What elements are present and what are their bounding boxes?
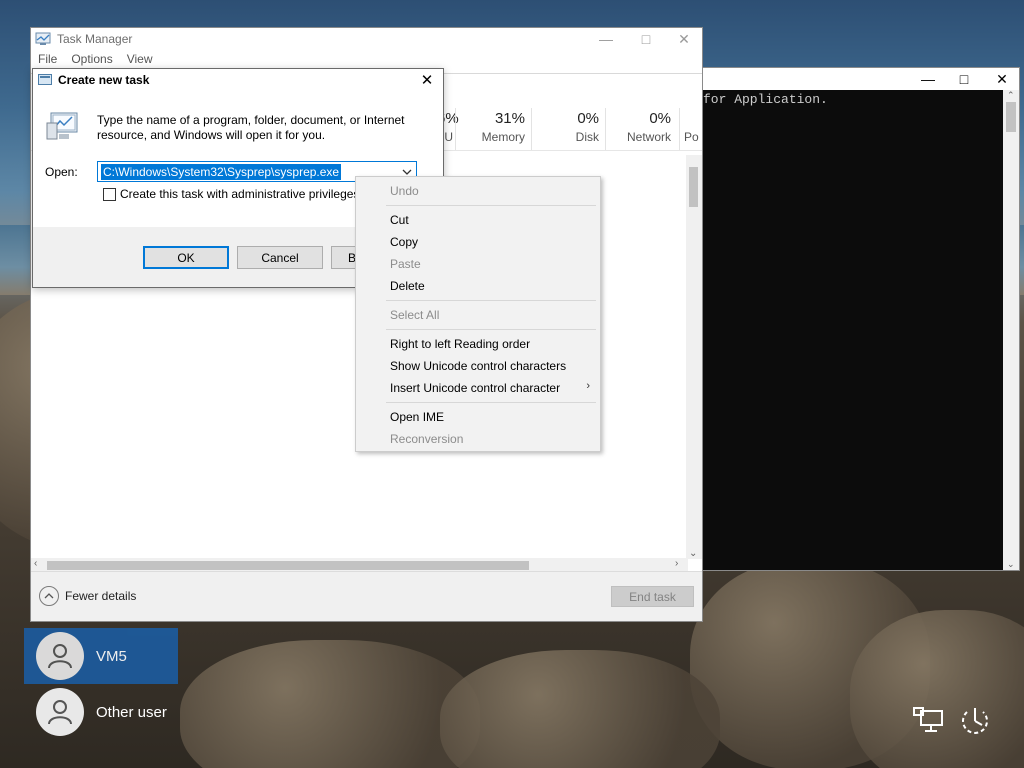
column-label: Disk [575, 130, 599, 144]
network-icon[interactable] [912, 706, 944, 737]
minimize-icon[interactable]: — [587, 28, 625, 50]
console-titlebar[interactable]: — □ ✕ [703, 68, 1019, 90]
column-percent: 31% [494, 110, 525, 127]
fewer-details-button[interactable]: Fewer details [39, 586, 136, 606]
menu-item-cut[interactable]: Cut [390, 213, 409, 227]
scroll-down-icon[interactable]: ⌄ [1007, 559, 1015, 570]
close-icon[interactable]: ✕ [665, 28, 703, 50]
fewer-details-label: Fewer details [65, 589, 137, 603]
open-label: Open: [45, 165, 78, 179]
ease-of-access-icon[interactable] [958, 706, 992, 741]
menu-item-paste[interactable]: Paste [390, 257, 421, 271]
menu-item-copy[interactable]: Copy [390, 235, 418, 249]
maximize-icon[interactable]: □ [627, 28, 665, 50]
column-divider [605, 108, 606, 150]
chevron-up-icon [39, 586, 59, 606]
admin-privileges-label: Create this task with administrative pri… [120, 187, 360, 201]
column-disk[interactable]: 0% Disk [537, 110, 599, 144]
ok-button[interactable]: OK [143, 246, 229, 269]
maximize-icon[interactable]: □ [945, 68, 983, 90]
user-name: Other user [96, 703, 167, 721]
column-memory[interactable]: 31% Memory [461, 110, 525, 144]
dialog-description: Type the name of a program, folder, docu… [97, 113, 405, 142]
menu-options[interactable]: Options [64, 50, 119, 68]
console-window[interactable]: — □ ✕ for Application. ⌃ ⌄ [702, 67, 1020, 571]
user-avatar-icon [36, 688, 84, 736]
menu-item-delete[interactable]: Delete [390, 279, 425, 293]
scroll-thumb[interactable] [689, 167, 698, 207]
scroll-up-icon[interactable]: ⌃ [1007, 90, 1015, 101]
task-manager-app-icon [35, 32, 51, 45]
column-network[interactable]: 0% Network [611, 110, 671, 144]
menu-separator [386, 300, 596, 301]
column-percent: 0% [577, 110, 599, 127]
user-tile-vm5[interactable]: VM5 [24, 628, 178, 684]
admin-privileges-checkbox-row[interactable]: Create this task with administrative pri… [103, 187, 359, 201]
column-label: Po [684, 130, 699, 144]
chevron-right-icon: › [586, 380, 590, 392]
scroll-thumb[interactable] [47, 561, 529, 570]
process-list-scrollbar[interactable]: ⌄ [686, 155, 702, 559]
close-icon[interactable]: ✕ [413, 69, 441, 91]
background-rock [440, 650, 720, 768]
task-manager-titlebar[interactable]: Task Manager — □ ✕ [31, 28, 702, 50]
menu-separator [386, 402, 596, 403]
minimize-icon[interactable]: — [909, 68, 947, 90]
process-list-hscrollbar[interactable]: ‹ › [31, 558, 688, 572]
menu-separator [386, 205, 596, 206]
task-manager-footer: Fewer details End task [31, 571, 702, 621]
console-output[interactable]: for Application. [703, 90, 1005, 570]
column-divider [455, 108, 456, 150]
column-label: Network [626, 130, 671, 144]
open-input-value[interactable]: C:\Windows\System32\Sysprep\sysprep.exe [101, 164, 342, 180]
column-percent [684, 110, 702, 127]
column-power[interactable]: Po [684, 110, 702, 144]
column-divider [679, 108, 680, 150]
cancel-button[interactable]: Cancel [237, 246, 323, 269]
column-percent: 0% [649, 110, 671, 127]
menu-file[interactable]: File [31, 50, 64, 68]
user-tile-other-user[interactable]: Other user [24, 684, 178, 740]
scroll-down-icon[interactable]: ⌄ [689, 548, 697, 559]
menu-bar: File Options View [31, 50, 160, 68]
scroll-right-icon[interactable]: › [675, 558, 678, 569]
menu-item-reconversion[interactable]: Reconversion [390, 432, 463, 446]
column-label: Memory [481, 130, 525, 144]
end-task-button[interactable]: End task [611, 586, 694, 607]
background-rock [850, 610, 1024, 768]
window-title: Task Manager [57, 32, 133, 46]
user-name: VM5 [96, 647, 127, 665]
console-scrollbar[interactable]: ⌃ ⌄ [1003, 90, 1019, 570]
menu-item-insert-unicode[interactable]: Insert Unicode control character [390, 381, 560, 395]
menu-view[interactable]: View [120, 50, 160, 68]
run-dialog-icon [38, 74, 52, 85]
menu-item-undo[interactable]: Undo [390, 184, 419, 198]
dialog-titlebar[interactable]: Create new task ✕ [33, 69, 443, 91]
scroll-thumb[interactable] [1006, 102, 1016, 132]
column-divider [531, 108, 532, 150]
menu-item-select-all[interactable]: Select All [390, 308, 439, 322]
user-avatar-icon [36, 632, 84, 680]
menu-item-rtl-reading-order[interactable]: Right to left Reading order [390, 337, 530, 351]
scroll-left-icon[interactable]: ‹ [34, 558, 37, 569]
edit-context-menu: Undo Cut Copy Paste Delete Select All Ri… [355, 176, 601, 452]
background-rock [180, 640, 480, 768]
console-text: for Application. [703, 92, 828, 107]
admin-privileges-checkbox[interactable] [103, 187, 116, 201]
dialog-title: Create new task [58, 73, 150, 87]
run-program-icon [46, 112, 78, 140]
menu-item-open-ime[interactable]: Open IME [390, 410, 444, 424]
menu-item-show-unicode[interactable]: Show Unicode control characters [390, 359, 566, 373]
close-icon[interactable]: ✕ [983, 68, 1021, 90]
menu-separator [386, 329, 596, 330]
